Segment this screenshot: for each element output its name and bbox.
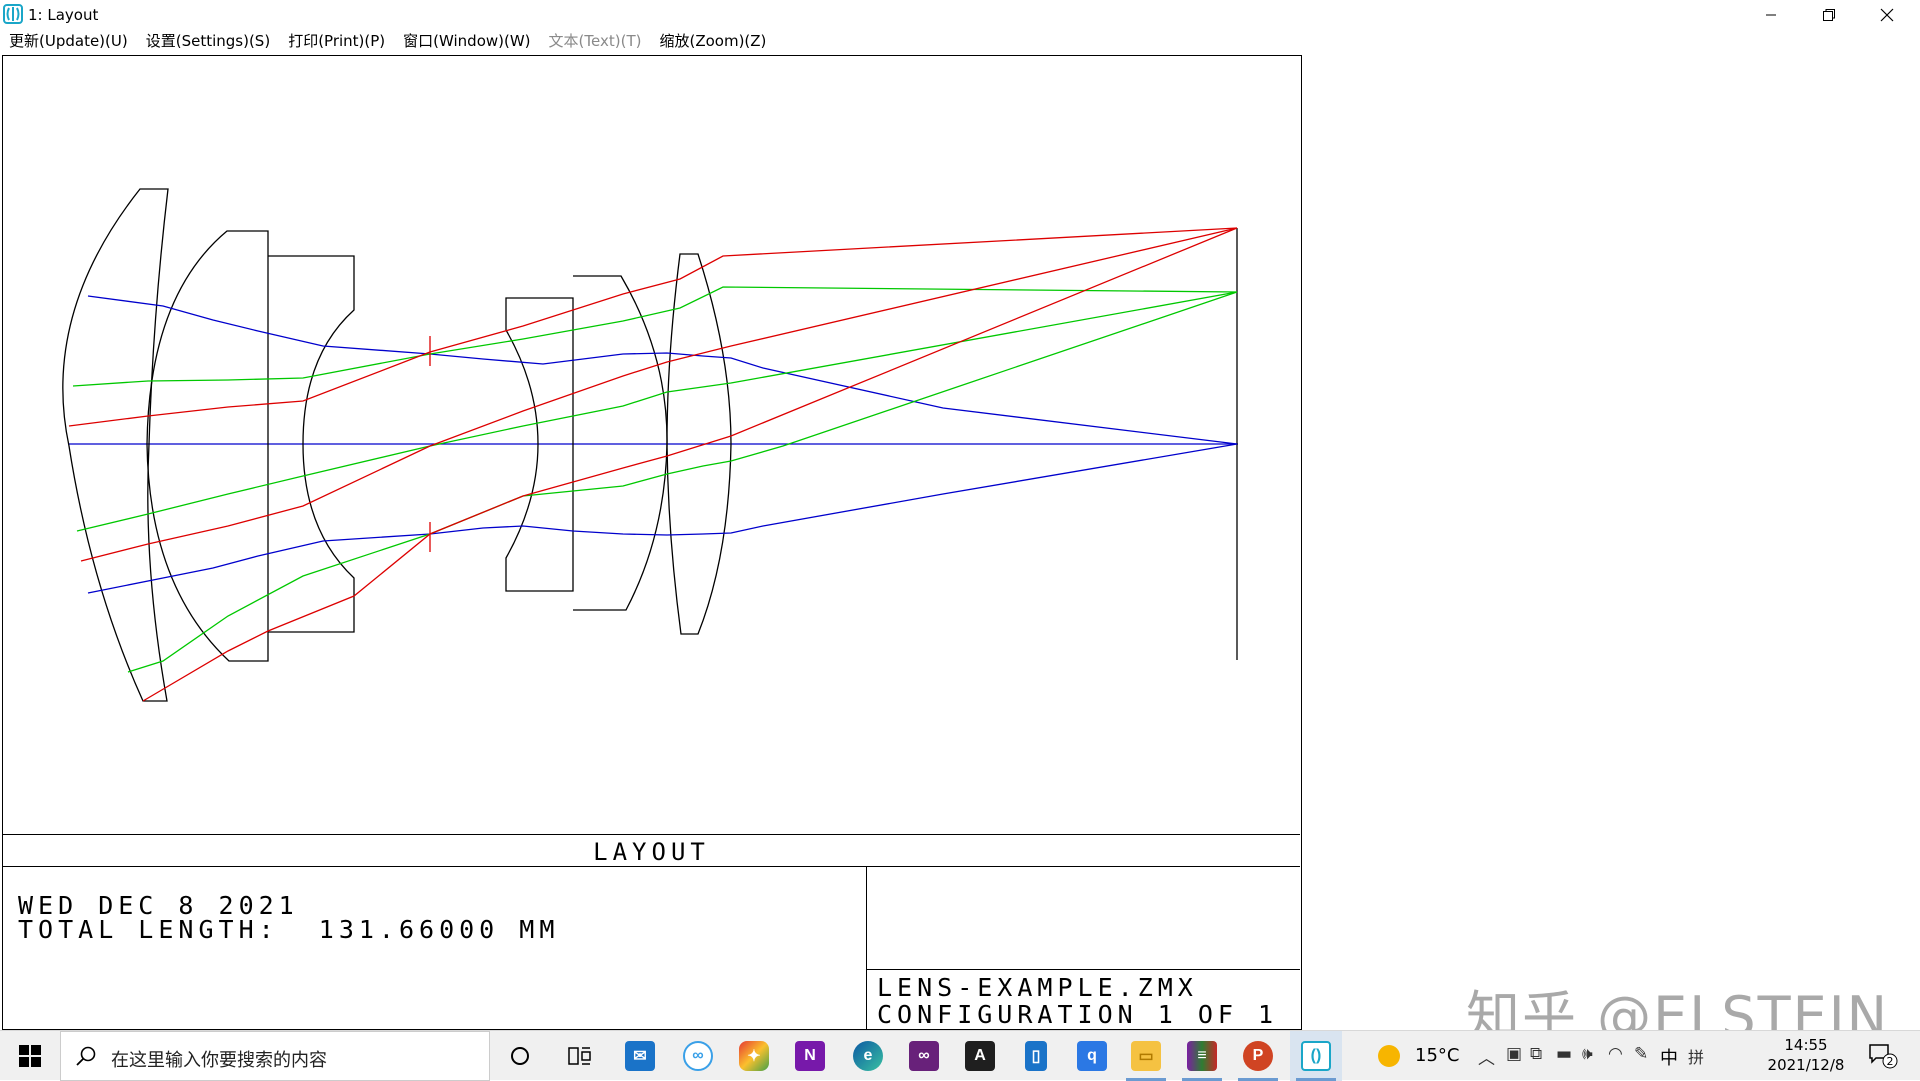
search-placeholder: 在这里输入你要搜索的内容: [111, 1050, 327, 1071]
display-icon[interactable]: ⧉: [1530, 1044, 1542, 1064]
menu-settings[interactable]: 设置(Settings)(S): [137, 30, 279, 52]
phone-icon: ▯: [1025, 1041, 1047, 1071]
mail-icon: ✉: [625, 1041, 655, 1071]
layout-title: LAYOUT: [593, 838, 710, 866]
weather-temperature[interactable]: 15°C: [1415, 1045, 1459, 1066]
zemax-app[interactable]: (): [1290, 1031, 1342, 1081]
cortana-button[interactable]: [494, 1031, 546, 1081]
weather-sun-icon[interactable]: [1378, 1045, 1400, 1067]
menu-window[interactable]: 窗口(Window)(W): [394, 30, 539, 52]
edge-app[interactable]: e: [842, 1031, 894, 1081]
layout-plot: LAYOUT WED DEC 8 2021 TOTAL LENGTH: 131.…: [2, 55, 1302, 1031]
configuration-label: CONFIGURATION 1 OF 1: [877, 1000, 1279, 1029]
menu-print[interactable]: 打印(Print)(P): [279, 30, 394, 52]
ray-field2-mid: [76, 291, 1238, 532]
close-button[interactable]: [1858, 0, 1916, 30]
notification-count: 2: [1887, 1055, 1894, 1068]
battery-icon[interactable]: ▬: [1556, 1044, 1572, 1064]
start-button[interactable]: [0, 1031, 60, 1081]
colorful-app[interactable]: ✦: [728, 1031, 780, 1081]
window-title: 1: Layout: [28, 6, 99, 24]
menu-text[interactable]: 文本(Text)(T): [540, 30, 651, 52]
chevron-up-icon[interactable]: ︿: [1478, 1044, 1495, 1069]
volume-icon[interactable]: 🕪: [1582, 1044, 1593, 1064]
minimize-icon: [1766, 14, 1776, 16]
file-explorer-icon: ▭: [1131, 1041, 1161, 1071]
menu-bar: 更新(Update)(U) 设置(Settings)(S) 打印(Print)(…: [0, 30, 1920, 52]
visual-studio-icon: ∞: [909, 1041, 939, 1071]
task-view-button[interactable]: [554, 1031, 606, 1081]
zemax-app-icon: [3, 4, 23, 24]
lens-layout-drawing: [62, 188, 1238, 702]
ray-field1-lower: [87, 443, 1238, 594]
cortana-icon: [511, 1047, 529, 1065]
info-panel-left: WED DEC 8 2021 TOTAL LENGTH: 131.66000 M…: [3, 867, 867, 1031]
tencent-icon: q: [1077, 1041, 1107, 1071]
powerpoint-app[interactable]: P: [1232, 1031, 1284, 1081]
wifi-icon[interactable]: ◠: [1608, 1044, 1623, 1064]
onenote-icon: N: [795, 1041, 825, 1071]
restore-button[interactable]: [1800, 0, 1858, 30]
clock-time: 14:55: [1784, 1036, 1828, 1054]
colorful-app-icon: ✦: [739, 1041, 769, 1071]
acrobat-app[interactable]: A: [954, 1031, 1006, 1081]
lens-element-1: [62, 188, 169, 702]
visual-studio-app[interactable]: ∞: [898, 1031, 950, 1081]
task-view-icon: [568, 1047, 591, 1065]
zemax-layout-window: 1: Layout 更新(Update)(U) 设置(Settings)(S) …: [0, 0, 1920, 1048]
menu-zoom[interactable]: 缩放(Zoom)(Z): [650, 30, 775, 52]
layout-title-row: LAYOUT: [3, 834, 1300, 867]
total-length-label: TOTAL LENGTH: 131.66000 MM: [18, 915, 560, 944]
search-icon: [76, 1046, 96, 1066]
winrar-app[interactable]: ≡: [1176, 1031, 1228, 1081]
close-icon: [1880, 8, 1894, 22]
baidu-netdisk-icon: ∞: [683, 1041, 713, 1071]
meet-now-icon[interactable]: ▣: [1506, 1044, 1522, 1064]
edge-icon: e: [853, 1041, 883, 1071]
menu-update[interactable]: 更新(Update)(U): [0, 30, 137, 52]
taskbar: 在这里输入你要搜索的内容 ✉ ∞ ✦ N e ∞ A ▯ q ▭ ≡ P () …: [0, 1030, 1920, 1081]
file-explorer-app[interactable]: ▭: [1120, 1031, 1172, 1081]
lens-element-2: [146, 230, 269, 662]
taskbar-search-box[interactable]: 在这里输入你要搜索的内容: [60, 1031, 490, 1081]
lens-element-5: [573, 275, 668, 611]
onenote-app[interactable]: N: [784, 1031, 836, 1081]
ime-language-indicator[interactable]: 中: [1660, 1044, 1678, 1070]
winrar-icon: ≡: [1187, 1041, 1217, 1071]
title-bar: 1: Layout: [0, 0, 1920, 30]
ray-field2-lower: [127, 291, 1238, 673]
ray-field1-upper: [87, 295, 1238, 445]
baidu-netdisk-app[interactable]: ∞: [672, 1031, 724, 1081]
windows-logo-icon: [19, 1045, 41, 1067]
ray-field2-upper: [72, 286, 1238, 387]
file-name-label: LENS-EXAMPLE.ZMX: [877, 973, 1198, 1002]
clock[interactable]: 14:55 2021/12/8: [1758, 1035, 1854, 1075]
tencent-app[interactable]: q: [1066, 1031, 1118, 1081]
ray-field3-lower: [142, 227, 1238, 702]
minimize-button[interactable]: [1742, 0, 1800, 30]
ime-mode-indicator[interactable]: 拼: [1688, 1044, 1704, 1068]
info-panel-right-bottom: LENS-EXAMPLE.ZMX CONFIGURATION 1 OF 1: [867, 970, 1300, 1031]
notification-icon: 2: [1869, 1044, 1898, 1069]
acrobat-icon: A: [965, 1041, 995, 1071]
info-panel-right-top: [867, 867, 1300, 970]
notification-center-button[interactable]: 2: [1868, 1043, 1898, 1069]
clock-date: 2021/12/8: [1767, 1056, 1845, 1074]
powerpoint-icon: P: [1243, 1041, 1273, 1071]
mail-app[interactable]: ✉: [614, 1031, 666, 1081]
zemax-icon: (): [1301, 1041, 1331, 1071]
pen-icon[interactable]: ✎: [1634, 1044, 1648, 1064]
phone-app[interactable]: ▯: [1010, 1031, 1062, 1081]
restore-icon: [1823, 9, 1835, 21]
